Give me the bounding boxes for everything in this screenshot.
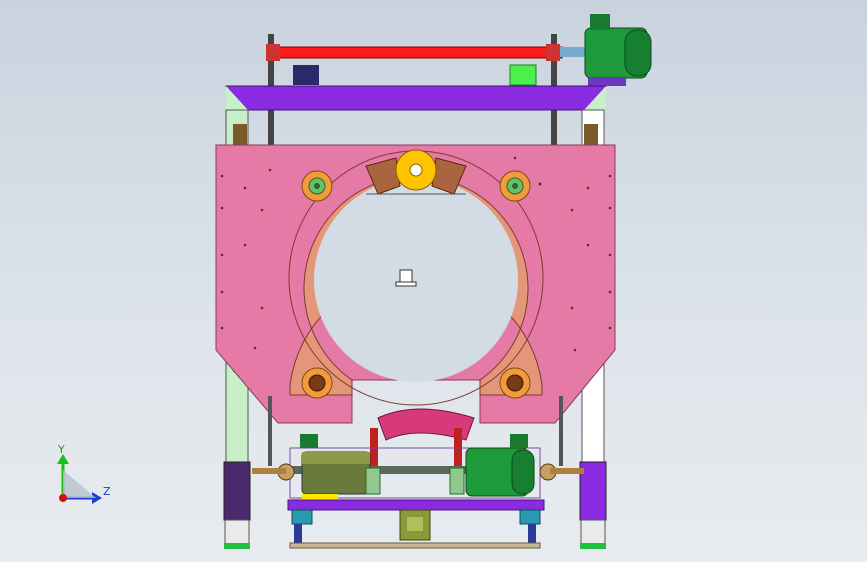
bottom-left-box <box>300 434 318 448</box>
cad-viewport[interactable] <box>0 0 867 562</box>
bottom-drive-assembly <box>252 434 584 499</box>
left-foot-base <box>224 543 250 549</box>
base-assembly <box>287 499 545 549</box>
left-column-foot <box>223 461 251 521</box>
top-motor-base <box>588 78 626 86</box>
side-chain-left <box>268 396 272 466</box>
top-purple-beam <box>225 85 607 111</box>
top-motor-box <box>590 14 610 30</box>
bottom-side-link-right <box>550 468 584 474</box>
right-column-upper-block <box>584 124 598 146</box>
left-foot-pad <box>224 519 250 545</box>
base-purple-beam <box>287 499 545 511</box>
shaft-coupling-left <box>266 44 280 61</box>
base-gearbox-window <box>407 517 423 531</box>
bottom-gear-left <box>365 467 381 495</box>
shaft-bearing-left <box>293 65 319 85</box>
shaft-coupling-right <box>546 44 560 61</box>
shaft-bearing-right <box>509 64 537 86</box>
triad-shadow-icon <box>63 470 96 498</box>
ring-opening <box>314 178 518 382</box>
bottom-roll-highlight <box>302 452 370 464</box>
roller-top-right <box>499 170 531 202</box>
top-red-shaft <box>271 46 563 59</box>
triad-z-label: Z <box>103 485 111 498</box>
left-column-upper-block <box>233 124 247 146</box>
top-motor-fan <box>624 29 652 77</box>
bottom-side-link-left <box>252 468 286 474</box>
bottom-gear-right <box>449 467 465 495</box>
side-chain-right <box>559 396 563 466</box>
bottom-yellow-strip <box>302 494 338 499</box>
triad-y-label: Y <box>58 443 65 456</box>
right-foot-base <box>580 543 606 549</box>
axis-triad <box>57 454 102 504</box>
bottom-motor-box <box>510 434 528 448</box>
top-frame <box>225 85 607 111</box>
base-bearing-left <box>291 509 313 525</box>
bottom-motor-fan <box>511 449 535 495</box>
triad-origin-icon <box>59 494 67 502</box>
base-bearing-right <box>519 509 541 525</box>
ring-drive-wheel <box>395 149 437 191</box>
base-floor-rail <box>289 542 541 549</box>
roller-top-left <box>301 170 333 202</box>
right-foot-pad <box>580 519 606 545</box>
roller-bottom-right <box>499 367 531 399</box>
roller-bottom-left <box>301 367 333 399</box>
